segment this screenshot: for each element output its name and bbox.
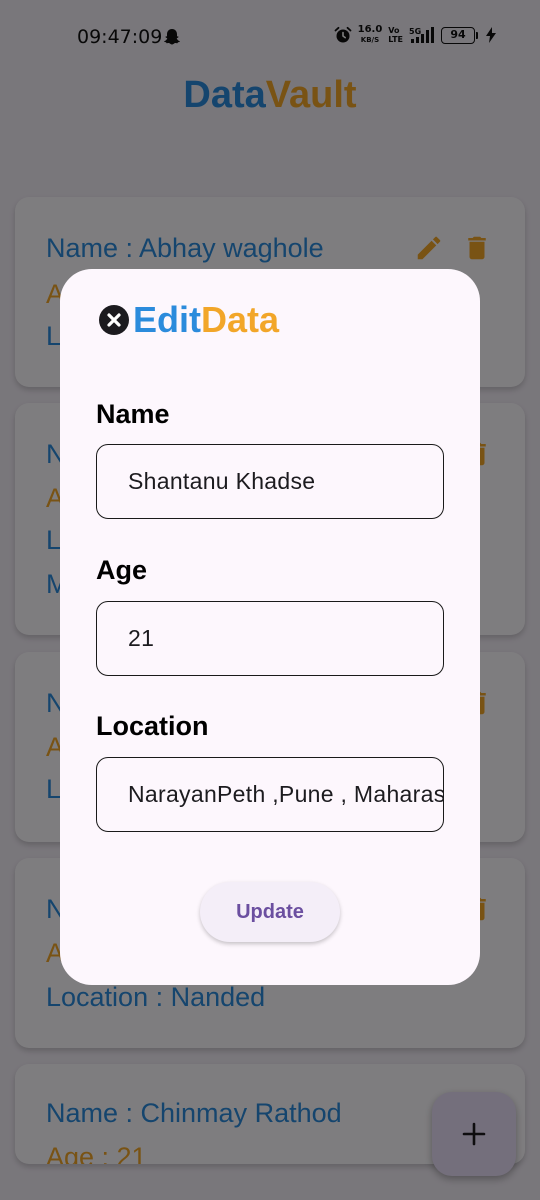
name-label: Name: [96, 399, 170, 429]
close-icon[interactable]: [98, 304, 130, 336]
dialog-header: EditData: [98, 299, 279, 341]
dialog-title: EditData: [133, 299, 279, 341]
dialog-title-part1: Edit: [133, 299, 201, 340]
edit-data-dialog: EditData Name Age Location Update: [60, 269, 480, 985]
update-button[interactable]: Update: [200, 882, 340, 942]
location-label: Location: [96, 711, 209, 741]
dialog-title-part2: Data: [201, 299, 280, 340]
age-field[interactable]: [96, 601, 444, 676]
age-label: Age: [96, 555, 148, 585]
location-field[interactable]: [96, 757, 444, 832]
name-field[interactable]: [96, 444, 444, 519]
